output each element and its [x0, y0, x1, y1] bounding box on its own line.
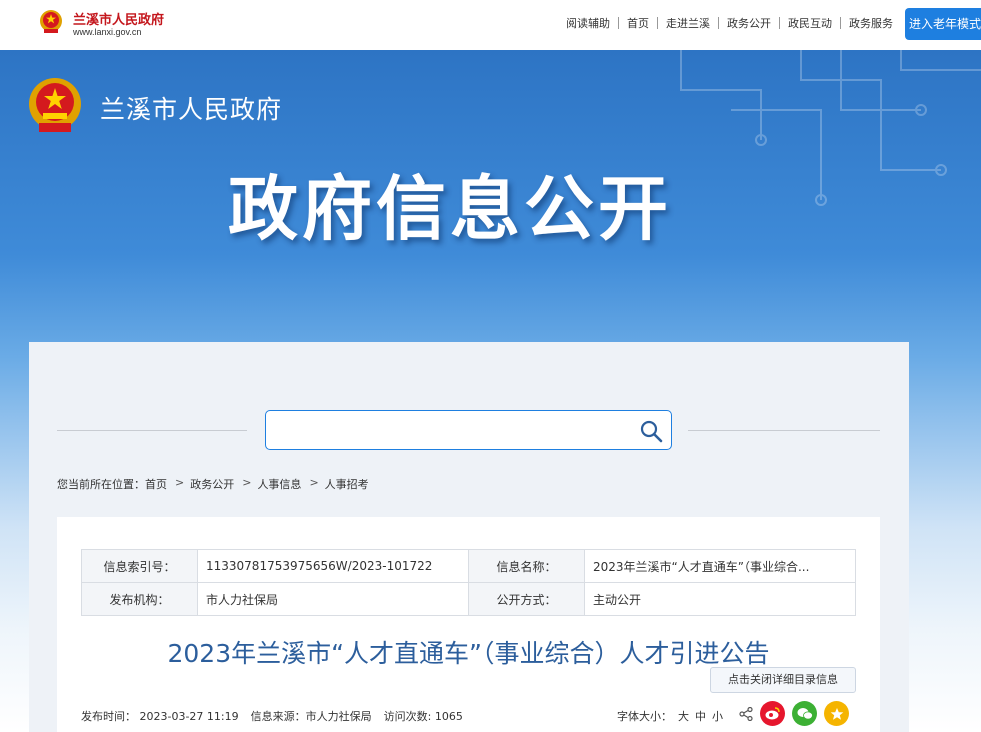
banner-title: 政府信息公开: [228, 168, 672, 250]
wechat-icon[interactable]: [792, 701, 817, 726]
circuit-decoration: [680, 50, 981, 206]
banner-site-name: 兰溪市人民政府: [100, 95, 283, 124]
name-value: 2023年兰溪市“人才直通车”（事业综合...: [584, 549, 856, 583]
publish-time: 发布时间： 2023-03-27 11:19: [81, 710, 239, 723]
toggle-details-button[interactable]: 点击关闭详细目录信息: [710, 667, 856, 693]
font-size-label: 字体大小：: [617, 710, 672, 723]
search-divider-left: [57, 430, 247, 431]
favorite-icon[interactable]: [824, 701, 849, 726]
nav-interaction[interactable]: 政民互动: [780, 15, 840, 31]
font-size-large[interactable]: 大: [678, 708, 689, 724]
main-panel: 您当前所在位置： 首页 > 政务公开 > 人事信息 > 人事招考 信息索引号： …: [29, 342, 909, 732]
font-size-small[interactable]: 小: [712, 708, 723, 724]
article-title: 2023年兰溪市“人才直通车”（事业综合）人才引进公告: [167, 639, 770, 668]
breadcrumb-personnel-info[interactable]: 人事信息: [257, 476, 301, 492]
national-emblem-icon[interactable]: [38, 9, 64, 35]
font-size-medium[interactable]: 中: [695, 708, 706, 724]
article-meta: 发布时间： 2023-03-27 11:19 信息来源：市人力社保局 访问次数:…: [81, 708, 463, 724]
font-size-control: 字体大小： 大 中 小: [617, 708, 723, 724]
nav-gov-services[interactable]: 政务服务: [841, 15, 901, 31]
nav-gov-affairs-open[interactable]: 政务公开: [719, 15, 779, 31]
info-table: 信息索引号： 11330781753975656W/2023-101722 信息…: [81, 549, 856, 616]
publisher-value: 市人力社保局: [197, 582, 469, 616]
search-divider-right: [688, 430, 880, 431]
table-row: 发布机构： 市人力社保局 公开方式： 主动公开: [81, 582, 856, 616]
breadcrumb-gov-affairs-open[interactable]: 政务公开: [190, 476, 234, 492]
table-row: 信息索引号： 11330781753975656W/2023-101722 信息…: [81, 549, 856, 583]
nav-home[interactable]: 首页: [619, 15, 657, 31]
top-site-name[interactable]: 兰溪市人民政府: [73, 9, 164, 28]
index-label: 信息索引号：: [81, 549, 198, 583]
top-site-url: www.lanxi.gov.cn: [73, 27, 142, 37]
search-input[interactable]: [274, 417, 624, 443]
breadcrumb: 您当前所在位置： 首页 > 政务公开 > 人事信息 > 人事招考: [57, 476, 369, 492]
top-bar: 兰溪市人民政府 www.lanxi.gov.cn 阅读辅助 首页 走进兰溪 政务…: [0, 0, 981, 50]
share-icon[interactable]: [739, 706, 753, 721]
nav-about-lanxi[interactable]: 走进兰溪: [658, 15, 718, 31]
breadcrumb-prefix: 您当前所在位置：: [57, 478, 145, 491]
visit-count: 访问次数: 1065: [383, 710, 463, 723]
breadcrumb-arrow: >: [309, 476, 319, 489]
search-icon[interactable]: [639, 419, 663, 443]
breadcrumb-recruitment[interactable]: 人事招考: [325, 476, 369, 492]
weibo-icon[interactable]: [760, 701, 785, 726]
info-source: 信息来源：市人力社保局: [250, 710, 372, 723]
publisher-label: 发布机构：: [81, 582, 198, 616]
share-row: [739, 701, 849, 726]
breadcrumb-home[interactable]: 首页: [145, 476, 167, 492]
method-label: 公开方式：: [468, 582, 585, 616]
elder-mode-button[interactable]: 进入老年模式: [905, 8, 981, 40]
index-value: 11330781753975656W/2023-101722: [197, 549, 469, 583]
breadcrumb-arrow: >: [242, 476, 252, 489]
nav-reading-assist[interactable]: 阅读辅助: [558, 15, 618, 31]
article-content: 信息索引号： 11330781753975656W/2023-101722 信息…: [57, 517, 880, 732]
top-nav: 阅读辅助 首页 走进兰溪 政务公开 政民互动 政务服务: [558, 15, 901, 31]
breadcrumb-arrow: >: [175, 476, 185, 489]
method-value: 主动公开: [584, 582, 856, 616]
name-label: 信息名称：: [468, 549, 585, 583]
national-emblem-icon: [29, 78, 81, 132]
search-box: [265, 410, 672, 450]
